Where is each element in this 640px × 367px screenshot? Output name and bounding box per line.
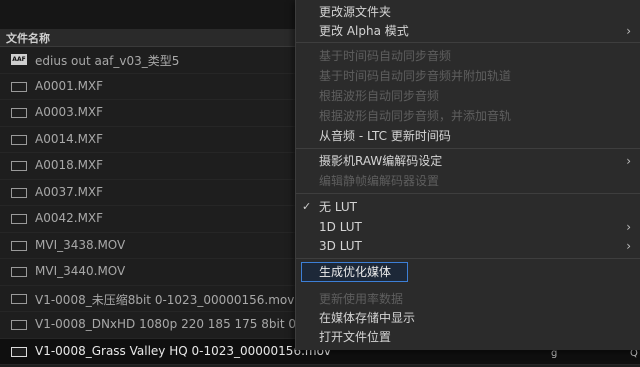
clip-icon — [11, 320, 27, 330]
menu-item-change-source-folder[interactable]: 更改源文件夹 — [296, 2, 640, 22]
clip-icon — [11, 293, 27, 304]
file-name: A0001.MXF — [35, 78, 104, 93]
file-name: A0014.MXF — [35, 131, 104, 146]
menu-item-label: 更改源文件夹 — [319, 5, 392, 19]
menu-item-label: 打开文件位置 — [319, 330, 392, 344]
menu-item-sync-audio-waveform-tracks[interactable]: 根据波形自动同步音频，并添加音轨 — [296, 106, 640, 126]
file-name: A0037.MXF — [35, 184, 104, 199]
menu-item-label: 基于时间码自动同步音频并附加轨道 — [319, 69, 512, 83]
menu-separator — [296, 148, 640, 149]
menu-item-generate-optimized-media[interactable]: 生成优化媒体 — [296, 261, 640, 282]
clip-icon — [11, 214, 27, 224]
file-name: A0042.MXF — [35, 211, 104, 225]
menu-item-label: 无 LUT — [319, 200, 358, 214]
menu-item-3d-lut[interactable]: 3D LUT › — [296, 236, 640, 256]
file-name: V1-0008_未压缩8bit 0-1023_00000156.mov — [35, 292, 295, 307]
clip-icon — [11, 267, 27, 277]
menu-item-open-file-location[interactable]: 打开文件位置 — [296, 327, 640, 347]
menu-item-label: 基于时间码自动同步音频 — [319, 49, 452, 63]
menu-item-reveal-in-media-storage[interactable]: 在媒体存储中显示 — [296, 308, 640, 328]
clip-icon — [11, 187, 27, 198]
menu-item-label: 在媒体存储中显示 — [319, 311, 416, 325]
clip-icon — [11, 346, 27, 357]
menu-item-label: 生成优化媒体 — [301, 262, 409, 282]
submenu-arrow-icon: › — [626, 220, 631, 234]
menu-item-label: 根据波形自动同步音频，并添加音轨 — [319, 109, 512, 123]
context-menu: 更改源文件夹 更改 Alpha 模式 › 基于时间码自动同步音频 基于时间码自动… — [295, 0, 640, 350]
menu-item-sync-audio-timecode-tracks[interactable]: 基于时间码自动同步音频并附加轨道 — [296, 66, 640, 86]
menu-item-label: 1D LUT — [319, 220, 362, 234]
menu-item-label: 更改 Alpha 模式 — [319, 24, 409, 38]
file-name: V1-0008_Grass Valley HQ 0-1023_00000156.… — [35, 343, 332, 358]
file-name: edius out aaf_v03_类型5 — [35, 54, 180, 68]
menu-item-label: 3D LUT — [319, 239, 362, 253]
submenu-arrow-icon: › — [626, 24, 631, 38]
menu-item-no-lut[interactable]: ✓ 无 LUT — [296, 197, 640, 217]
file-name: MVI_3440.MOV — [35, 264, 126, 278]
clip-icon — [11, 134, 27, 145]
menu-item-still-codec-settings[interactable]: 编辑静帧编解码器设置 — [296, 171, 640, 191]
clip-icon — [11, 161, 27, 171]
clip-icon — [11, 81, 27, 92]
menu-item-change-alpha-mode[interactable]: 更改 Alpha 模式 › — [296, 21, 640, 41]
menu-separator — [296, 193, 640, 194]
menu-item-camera-raw-settings[interactable]: 摄影机RAW编解码设定 › — [296, 151, 640, 171]
column-header-filename[interactable]: 文件名称 — [6, 30, 50, 46]
menu-item-update-usage-data[interactable]: 更新使用率数据 — [296, 289, 640, 309]
menu-item-1d-lut[interactable]: 1D LUT › — [296, 217, 640, 237]
file-name: MVI_3438.MOV — [35, 237, 126, 252]
aaf-file-icon: AAF — [11, 54, 27, 65]
submenu-arrow-icon: › — [626, 239, 631, 253]
menu-item-label: 摄影机RAW编解码设定 — [319, 154, 443, 168]
file-name: A0018.MXF — [35, 158, 104, 172]
submenu-arrow-icon: › — [626, 154, 631, 168]
clip-icon — [11, 108, 27, 118]
menu-separator — [296, 42, 640, 43]
clip-icon — [11, 240, 27, 251]
menu-item-label: 从音频 - LTC 更新时间码 — [319, 129, 451, 143]
file-name: A0003.MXF — [35, 105, 104, 119]
menu-item-label: 编辑静帧编解码器设置 — [319, 174, 440, 188]
menu-item-sync-audio-timecode[interactable]: 基于时间码自动同步音频 — [296, 46, 640, 66]
menu-item-label: 根据波形自动同步音频 — [319, 89, 440, 103]
menu-item-sync-audio-waveform[interactable]: 根据波形自动同步音频 — [296, 86, 640, 106]
menu-item-label: 更新使用率数据 — [319, 292, 404, 306]
menu-item-update-timecode-ltc[interactable]: 从音频 - LTC 更新时间码 — [296, 126, 640, 146]
check-icon: ✓ — [302, 200, 312, 213]
menu-separator — [296, 258, 640, 259]
